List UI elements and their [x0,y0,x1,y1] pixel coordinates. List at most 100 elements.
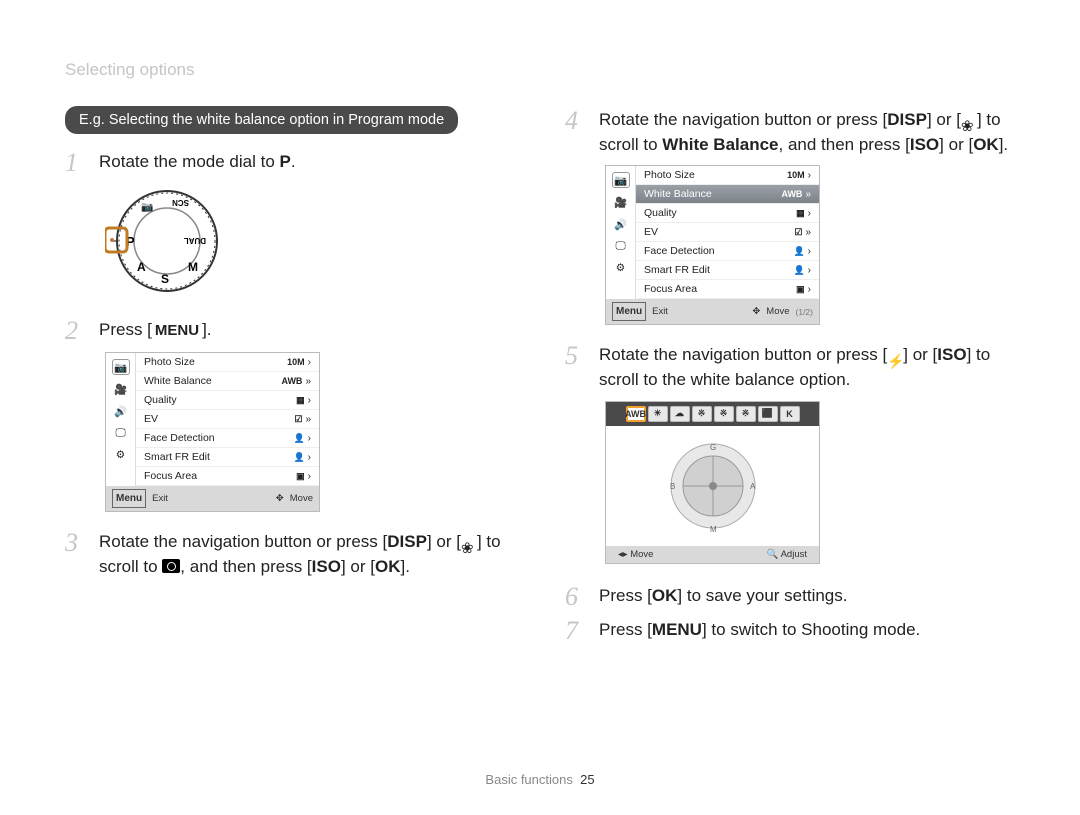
nav-icon: ✥ [752,306,760,317]
step-2-text-a: Press [ [99,320,152,339]
menu-sidebar: 📷 🎥 🔊 🖵 ⚙ [106,353,136,486]
svg-text:DUAL: DUAL [184,236,206,245]
footer-page: 25 [580,772,594,787]
iso-label: ISO [910,135,939,154]
left-column: E.g. Selecting the white balance option … [65,106,520,650]
step-number: 5 [565,341,585,369]
menu-item-focus-area: Focus Area▣› [136,467,319,486]
step-2-text-b: ]. [202,320,211,339]
step-number: 7 [565,616,585,644]
move-label: Move [630,549,653,560]
camera-icon [162,559,180,573]
step-number: 6 [565,582,585,610]
t: , and then press [ [779,135,910,154]
example-pill: E.g. Selecting the white balance option … [65,106,458,134]
menu-item-face-detection: Face Detection👤› [136,429,319,448]
exit-label: Exit [652,306,668,317]
wb-option-fluorescent-h: ※ [692,406,712,422]
menu-item-smart-fr: Smart FR Edit👤› [636,261,819,280]
gear-icon: ⚙ [112,447,130,463]
video-icon: 🎥 [112,381,130,397]
t: Press [ [599,586,652,605]
breadcrumb: Selecting options [65,60,1020,80]
t: , and then press [ [180,557,311,576]
gear-icon: ⚙ [612,260,630,276]
svg-text:A: A [137,260,146,274]
nav-icon: ✥ [276,493,284,504]
step-3: 3 Rotate the navigation button or press … [65,528,520,579]
flash-icon [887,349,903,363]
svg-text:M: M [188,260,198,274]
disp-label: DISP [387,532,427,551]
macro-icon [961,114,977,128]
menu-item-smart-fr: Smart FR Edit👤› [136,448,319,467]
wb-option-tungsten: ※ [736,406,756,422]
camera-icon: 📷 [112,359,130,375]
menu-label: MENU [652,620,702,639]
footer-section: Basic functions [485,772,572,787]
t: ] or [ [927,110,961,129]
menu-button-label: Menu [612,302,646,321]
menu-item-ev: EV☑» [136,410,319,429]
page-footer: Basic functions 25 [0,772,1080,787]
svg-text:SCN: SCN [172,198,189,207]
t: Rotate the navigation button or press [ [99,532,387,551]
wb-option-custom: ⬛ [758,406,778,422]
sound-icon: 🔊 [112,403,130,419]
video-icon: 🎥 [612,194,630,210]
t: ] or [ [341,557,375,576]
wb-option-fluorescent-l: ※ [714,406,734,422]
sound-icon: 🔊 [612,216,630,232]
svg-text:S: S [161,272,169,286]
wb-option-awb: AWB [626,406,646,422]
t: ]. [400,557,409,576]
t: ] or [ [939,135,973,154]
mode-dial-illustration: P A S M DUAL SCN 📷 [105,186,225,296]
step-number: 3 [65,528,85,556]
step-7: 7 Press [MENU] to switch to Shooting mod… [565,616,1020,644]
step-number: 1 [65,148,85,176]
t: ] or [ [903,345,937,364]
menu-item-quality: Quality▦› [136,391,319,410]
step-number: 4 [565,106,585,134]
arrows-icon: ◂▸ [618,549,628,560]
exit-label: Exit [152,493,168,504]
camera-icon: 📷 [612,172,630,188]
menu-item-photo-size: Photo Size10M› [136,353,319,372]
step-1: 1 Rotate the mode dial to P. [65,148,520,176]
move-label: Move [766,306,789,317]
step-number: 2 [65,316,85,344]
menu-item-ev: EV☑» [636,223,819,242]
t: Rotate the navigation button or press [ [599,110,887,129]
page-indicator: (1/2) [796,307,813,317]
t: Rotate the navigation button or press [ [599,345,887,364]
menu-button-label: Menu [112,489,146,508]
t: Press [ [599,620,652,639]
menu-label: MENU [152,322,202,339]
menu-list: Photo Size10M› White BalanceAWB» Quality… [136,353,319,486]
step-1-text: Rotate the mode dial to [99,152,280,171]
t: ] or [ [427,532,461,551]
menu-item-focus-area: Focus Area▣› [636,280,819,299]
menu-item-photo-size: Photo Size10M› [636,166,819,185]
svg-text:📷: 📷 [141,202,153,213]
menu-item-face-detection: Face Detection👤› [636,242,819,261]
wb-option-daylight: ☀ [648,406,668,422]
menu-item-white-balance-selected: White BalanceAWB» [636,185,819,204]
iso-label: ISO [937,345,966,364]
wb-screenshot: AWB ☀ ☁ ※ ※ ※ ⬛ K G A M B [605,401,820,564]
t: ]. [999,135,1008,154]
ok-label: OK [652,586,678,605]
t: ] to switch to Shooting mode. [702,620,920,639]
step-4: 4 Rotate the navigation button or press … [565,106,1020,157]
wb-adjust-wheel: G A M B [658,436,768,536]
t: ] to save your settings. [677,586,847,605]
menu-item-white-balance: White BalanceAWB» [136,372,319,391]
svg-text:A: A [750,482,756,491]
menu-screenshot-1: 📷 🎥 🔊 🖵 ⚙ Photo Size10M› White BalanceAW… [105,352,320,512]
menu-item-quality: Quality▦› [636,204,819,223]
ok-label: OK [375,557,401,576]
iso-label: ISO [312,557,341,576]
wb-option-cloudy: ☁ [670,406,690,422]
step-6: 6 Press [OK] to save your settings. [565,582,1020,610]
